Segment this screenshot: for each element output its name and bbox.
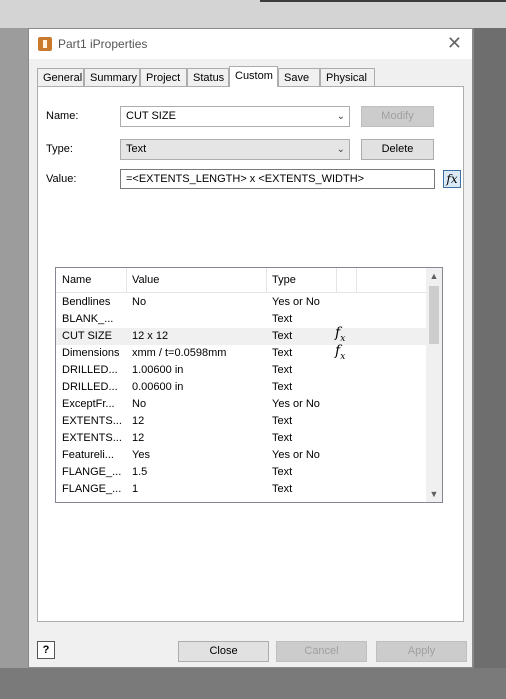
tab-general[interactable]: General [37,68,84,86]
cell-name: FLANGE_... [62,466,122,478]
column-divider[interactable] [126,268,127,292]
cell-type: Yes or No [272,296,320,308]
cell-value: 12 x 12 [132,330,169,342]
title-bar[interactable]: Part1 iProperties ✕ [29,29,472,59]
type-label: Type: [46,143,73,155]
table-row[interactable]: EXTENTS... 12 Text [56,413,426,430]
vertical-scrollbar[interactable]: ▲ ▼ [426,268,442,502]
table-row[interactable]: FLANGE_... 1.5 Text [56,464,426,481]
cell-type: Text [272,415,293,427]
custom-tab-panel: Name: CUT SIZE ⌄ Modify Type: Text ⌄ Del… [37,86,464,622]
scroll-thumb[interactable] [429,286,439,344]
cell-type: Text [272,364,293,376]
table-row[interactable]: CUT SIZE 12 x 12 Text fx [56,325,426,345]
cell-type: Text [272,432,293,444]
cell-name: DRILLED... [62,381,118,393]
tab-status[interactable]: Status [187,68,229,86]
tab-save[interactable]: Save [278,68,320,86]
tab-physical[interactable]: Physical [320,68,375,86]
value-input[interactable]: =<EXTENTS_LENGTH> x <EXTENTS_WIDTH> [120,169,435,189]
function-fx-icon[interactable]: fx [443,170,461,188]
cell-value: 12 [132,432,145,444]
cell-value: Yes [132,449,150,461]
cell-name: FLANGE_... [62,483,122,495]
cell-type: Text [272,330,293,342]
background-top [0,0,506,28]
scroll-down-arrow-icon[interactable]: ▼ [426,486,442,502]
name-value: CUT SIZE [126,110,176,122]
cell-name: CUT SIZE [62,330,112,342]
tab-custom[interactable]: Custom [229,66,278,87]
cell-value: 1.00600 in [132,364,184,376]
custom-properties-table: Name Value Type Bendlines No Yes or No BLAN… [55,267,443,503]
help-button[interactable]: ? [37,641,55,659]
cell-name: Dimensions [62,347,120,359]
table-row[interactable]: DRILLED... 0.00600 in Text [56,379,426,396]
cell-name: DRILLED... [62,364,118,376]
formula-fx-icon: fx [335,343,346,362]
cell-type: Yes or No [272,449,320,461]
table-row[interactable]: Dimensions xmm / t=0.0598mm Text fx [56,343,426,362]
cell-type: Text [272,483,293,495]
table-row[interactable]: ExceptFr... No Yes or No [56,396,426,413]
cell-name: BLANK_... [62,313,114,325]
cell-type: Yes or No [272,398,320,410]
type-value: Text [126,143,147,155]
cell-value: No [132,296,147,308]
cell-value: 1 [132,483,139,495]
table-row[interactable]: Bendlines No Yes or No [56,294,426,311]
table-row[interactable]: FLANGE_... 1 Text [56,481,426,498]
apply-button[interactable]: Apply [376,641,467,662]
cell-type: Text [272,381,293,393]
type-combobox[interactable]: Text ⌄ [120,139,350,160]
name-combobox[interactable]: CUT SIZE ⌄ [120,106,350,127]
cell-name: EXTENTS... [62,415,122,427]
table-row[interactable]: DRILLED... 1.00600 in Text [56,362,426,379]
chevron-down-icon[interactable]: ⌄ [337,107,345,126]
cell-value: 1.5 [132,466,148,478]
column-divider[interactable] [266,268,267,292]
cancel-button[interactable]: Cancel [276,641,367,662]
cell-name: ExceptFr... [62,398,115,410]
tab-project[interactable]: Project [140,68,187,86]
window-title: Part1 iProperties [58,37,148,51]
column-header-name[interactable]: Name [62,274,91,286]
cell-value: 0.00600 in [132,381,184,393]
value-label: Value: [46,173,77,185]
delete-button[interactable]: Delete [361,139,434,160]
name-label: Name: [46,110,79,122]
table-row[interactable]: BLANK_... Text [56,311,426,328]
column-header-type[interactable]: Type [272,274,296,286]
column-divider[interactable] [336,268,337,292]
close-icon[interactable]: ✕ [447,33,462,54]
cell-name: EXTENTS... [62,432,122,444]
formula-fx-icon: fx [335,325,346,344]
modify-button[interactable]: Modify [361,106,434,127]
inventor-part-icon [38,37,52,51]
tab-summary[interactable]: Summary [84,68,140,86]
cell-name: Featureli... [62,449,114,461]
background-edge [260,0,506,2]
cell-value: No [132,398,147,410]
table-row[interactable]: EXTENTS... 12 Text [56,430,426,447]
table-row[interactable]: Featureli... Yes Yes or No [56,447,426,464]
table-header: Name Value Type [56,268,426,293]
column-divider[interactable] [356,268,357,292]
cell-type: Text [272,313,293,325]
background-left [0,28,28,699]
scroll-up-arrow-icon[interactable]: ▲ [426,268,442,284]
cell-type: Text [272,466,293,478]
cell-value: 12 [132,415,145,427]
chevron-down-icon[interactable]: ⌄ [337,140,345,159]
iproperties-dialog: Part1 iProperties ✕ General Summary Proj… [28,28,473,668]
column-header-value[interactable]: Value [132,274,159,286]
cell-name: Bendlines [62,296,111,308]
background-right [474,28,506,699]
cell-type: Text [272,347,293,359]
cell-value: xmm / t=0.0598mm [132,347,227,359]
background-bottom [0,668,506,699]
close-button[interactable]: Close [178,641,269,662]
